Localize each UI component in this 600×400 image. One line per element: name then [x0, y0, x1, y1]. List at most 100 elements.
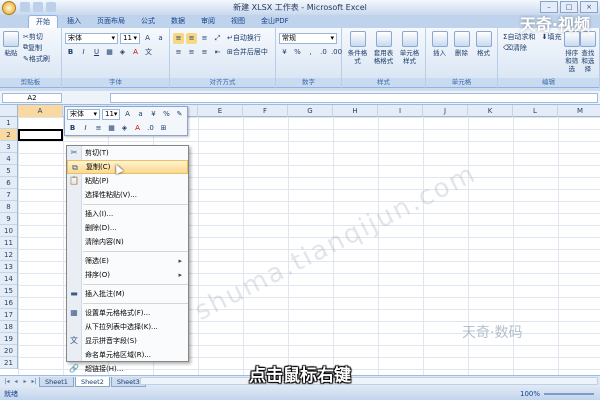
menu-item-paste-special[interactable]: 选择性粘贴(V)... — [67, 188, 188, 202]
redo-icon[interactable] — [46, 2, 56, 12]
tab-review[interactable]: 审阅 — [194, 15, 222, 28]
zoom-level[interactable]: 100% — [520, 388, 540, 400]
column-header[interactable]: F — [243, 105, 288, 117]
row-header[interactable]: 16 — [0, 297, 17, 309]
column-header[interactable]: E — [198, 105, 243, 117]
column-header[interactable]: A — [18, 105, 63, 117]
row-header[interactable]: 2 — [0, 129, 17, 141]
row-header[interactable]: 18 — [0, 321, 17, 333]
row-header[interactable]: 17 — [0, 309, 17, 321]
number-format-select[interactable]: 常规 ▾ — [279, 32, 337, 44]
row-header[interactable]: 13 — [0, 261, 17, 273]
comma-icon[interactable]: , — [305, 47, 316, 58]
format-painter-button[interactable]: ✎ 格式刷 — [21, 53, 52, 64]
mini-font-color-icon[interactable]: A — [132, 123, 143, 134]
mini-percent-icon[interactable]: % — [161, 109, 172, 120]
shrink-font-button[interactable]: a — [155, 33, 166, 44]
phonetic-icon[interactable]: 文 — [143, 47, 154, 58]
row-header[interactable]: 4 — [0, 153, 17, 165]
mini-currency-icon[interactable]: ¥ — [148, 109, 159, 120]
menu-item-clear-contents[interactable]: 清除内容(N) — [67, 235, 188, 249]
mini-font-select[interactable]: 宋体 ▾ — [67, 108, 100, 120]
row-header[interactable]: 10 — [0, 225, 17, 237]
row-header[interactable]: 15 — [0, 285, 17, 297]
mini-bold-button[interactable]: B — [67, 123, 78, 134]
next-sheet-icon[interactable]: ▸ — [21, 378, 29, 386]
align-center-icon[interactable]: ≡ — [186, 47, 197, 58]
mini-merge-icon[interactable]: ⊞ — [158, 123, 169, 134]
align-left-icon[interactable]: ≡ — [173, 47, 184, 58]
italic-button[interactable]: I — [78, 47, 89, 58]
menu-item-phonetic[interactable]: 文显示拼音字段(S) — [67, 334, 188, 348]
grow-font-button[interactable]: A — [142, 33, 153, 44]
mini-align-center-icon[interactable]: ≡ — [93, 123, 104, 134]
tab-insert[interactable]: 插入 — [60, 15, 88, 28]
column-header[interactable]: M — [558, 105, 600, 117]
merge-center-button[interactable]: ⊞ 合并后居中 — [225, 47, 270, 58]
mini-decimal-icon[interactable]: .0 — [145, 123, 156, 134]
align-bottom-icon[interactable]: ≡ — [199, 33, 210, 44]
align-top-icon[interactable]: ≡ — [173, 32, 184, 44]
fill-color-icon[interactable]: ◈ — [117, 47, 128, 58]
align-right-icon[interactable]: ≡ — [199, 47, 210, 58]
format-cells-button[interactable]: 格式 — [473, 31, 494, 85]
row-header[interactable]: 3 — [0, 141, 17, 153]
font-name-select[interactable]: 宋体 ▾ — [65, 32, 119, 44]
column-header[interactable]: G — [288, 105, 333, 117]
mini-format-painter-icon[interactable]: ✎ — [174, 109, 185, 120]
mini-fill-color-icon[interactable]: ◈ — [119, 123, 130, 134]
conditional-format-button[interactable]: 条件格式 — [345, 31, 370, 85]
select-all-corner[interactable] — [0, 105, 18, 117]
menu-item-insert-comment[interactable]: ▬ 插入批注(M) — [67, 287, 188, 301]
row-header[interactable]: 6 — [0, 177, 17, 189]
tab-formulas[interactable]: 公式 — [134, 15, 162, 28]
cut-button[interactable]: ✂ 剪切 — [21, 31, 45, 42]
column-header[interactable]: H — [333, 105, 378, 117]
underline-button[interactable]: U — [91, 47, 102, 58]
borders-icon[interactable]: ▦ — [104, 47, 115, 58]
tab-kingsoft-pdf[interactable]: 金山PDF — [254, 15, 296, 28]
tab-home[interactable]: 开始 — [28, 15, 58, 28]
wrap-text-button[interactable]: ↵ 自动换行 — [225, 33, 263, 44]
row-header[interactable]: 19 — [0, 333, 17, 345]
tab-page-layout[interactable]: 页面布局 — [90, 15, 132, 28]
sort-filter-button[interactable]: 排序和筛选 — [563, 31, 580, 73]
row-header[interactable]: 9 — [0, 213, 17, 225]
clear-button[interactable]: ⌫ 清除 — [501, 42, 529, 53]
orientation-icon[interactable]: ⤢ — [212, 33, 223, 44]
delete-cells-button[interactable]: 删除 — [451, 31, 472, 85]
column-header[interactable]: J — [423, 105, 468, 117]
tab-view[interactable]: 视图 — [224, 15, 252, 28]
column-header[interactable]: K — [468, 105, 513, 117]
align-middle-icon[interactable]: ≡ — [186, 32, 197, 44]
menu-item-pick-list[interactable]: 从下拉列表中选择(K)... — [67, 320, 188, 334]
row-header[interactable]: 11 — [0, 237, 17, 249]
prev-sheet-icon[interactable]: ◂ — [12, 378, 20, 386]
first-sheet-icon[interactable]: |◂ — [3, 378, 11, 386]
last-sheet-icon[interactable]: ▸| — [30, 378, 38, 386]
find-select-button[interactable]: 查找和选择 — [579, 31, 596, 73]
menu-item-delete[interactable]: 删除(D)... — [67, 221, 188, 235]
row-header[interactable]: 7 — [0, 189, 17, 201]
tab-data[interactable]: 数据 — [164, 15, 192, 28]
row-header[interactable]: 1 — [0, 117, 17, 129]
zoom-slider[interactable] — [544, 393, 594, 395]
percent-icon[interactable]: % — [292, 47, 303, 58]
menu-item-cut[interactable]: ✂ 剪切(T) — [67, 146, 188, 160]
active-cell[interactable] — [18, 129, 63, 141]
mini-borders-icon[interactable]: ▦ — [106, 123, 117, 134]
menu-item-hyperlink[interactable]: 🔗 超链接(H)... — [67, 362, 188, 376]
decrease-indent-icon[interactable]: ⇤ — [212, 47, 223, 58]
row-header[interactable]: 14 — [0, 273, 17, 285]
menu-item-paste[interactable]: 📋 粘贴(P) — [67, 174, 188, 188]
column-header[interactable]: L — [513, 105, 558, 117]
row-header[interactable]: 12 — [0, 249, 17, 261]
menu-item-copy[interactable]: ⧉ 复制(C) — [67, 160, 188, 174]
row-header[interactable]: 8 — [0, 201, 17, 213]
sheet-tab-2[interactable]: Sheet2 — [74, 376, 110, 387]
row-header[interactable]: 20 — [0, 345, 17, 357]
office-button[interactable] — [2, 1, 16, 15]
sheet-tab-1[interactable]: Sheet1 — [39, 376, 74, 387]
insert-cells-button[interactable]: 插入 — [429, 31, 450, 85]
copy-button[interactable]: ⧉ 复制 — [21, 42, 44, 53]
